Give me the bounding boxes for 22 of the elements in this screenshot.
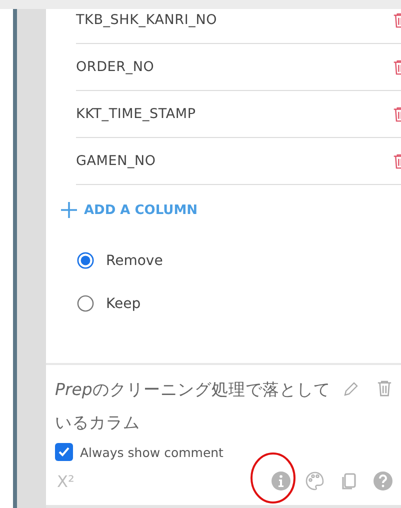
radio-button[interactable] bbox=[77, 295, 94, 312]
palette-icon[interactable] bbox=[305, 471, 325, 491]
add-column-button[interactable]: ADD A COLUMN bbox=[46, 185, 401, 235]
comment-text: Prepのクリーニング処理で落としているカラム bbox=[55, 379, 332, 434]
radio-button[interactable] bbox=[77, 252, 94, 269]
copy-icon[interactable] bbox=[339, 471, 359, 491]
column-name: ORDER_NO bbox=[76, 59, 154, 75]
option-label: Remove bbox=[106, 252, 163, 268]
trash-icon[interactable] bbox=[377, 380, 392, 397]
option-label: Keep bbox=[106, 296, 141, 312]
checkbox[interactable] bbox=[55, 443, 73, 461]
plus-icon bbox=[60, 201, 78, 219]
superscript-tool[interactable]: X² bbox=[57, 472, 74, 490]
highlight-circle bbox=[250, 452, 296, 504]
pencil-icon[interactable] bbox=[343, 381, 359, 397]
help-icon[interactable] bbox=[373, 471, 393, 491]
checkmark-icon bbox=[58, 446, 70, 458]
column-name: TKB_SHK_KANRI_NO bbox=[76, 12, 218, 28]
column-name: KKT_TIME_STAMP bbox=[76, 106, 196, 122]
info-icon[interactable] bbox=[271, 471, 291, 491]
checkbox-label: Always show comment bbox=[80, 444, 224, 460]
column-name: GAMEN_NO bbox=[76, 153, 156, 169]
